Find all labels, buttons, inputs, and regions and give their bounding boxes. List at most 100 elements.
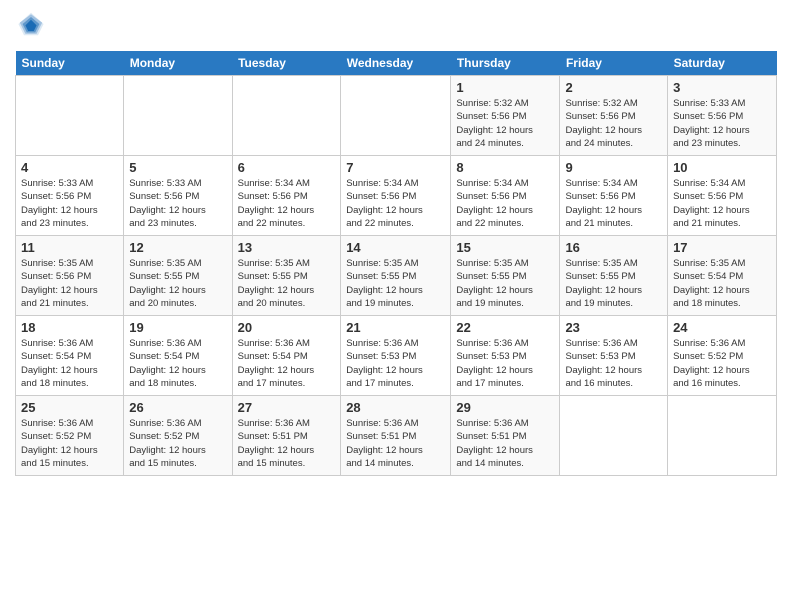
day-number: 20 bbox=[238, 320, 336, 335]
day-info: Sunrise: 5:36 AMSunset: 5:54 PMDaylight:… bbox=[21, 337, 118, 390]
day-number: 9 bbox=[565, 160, 662, 175]
day-info: Sunrise: 5:36 AMSunset: 5:54 PMDaylight:… bbox=[129, 337, 226, 390]
calendar-cell: 13 Sunrise: 5:35 AMSunset: 5:55 PMDayligh… bbox=[232, 236, 341, 316]
day-number: 27 bbox=[238, 400, 336, 415]
calendar-cell: 16Sunrise: 5:35 AMSunset: 5:55 PMDayligh… bbox=[560, 236, 668, 316]
day-number: 11 bbox=[21, 240, 118, 255]
calendar-cell bbox=[560, 396, 668, 476]
calendar-cell: 6Sunrise: 5:34 AMSunset: 5:56 PMDaylight… bbox=[232, 156, 341, 236]
day-number: 25 bbox=[21, 400, 118, 415]
calendar-cell: 26 Sunrise: 5:36 AMSunset: 5:52 PMDayligh… bbox=[124, 396, 232, 476]
logo bbox=[15, 10, 45, 43]
day-info: Sunrise: 5:35 AMSunset: 5:56 PMDaylight:… bbox=[21, 257, 118, 310]
week-row-4: 18 Sunrise: 5:36 AMSunset: 5:54 PMDayligh… bbox=[16, 316, 777, 396]
calendar-cell: 20 Sunrise: 5:36 AMSunset: 5:54 PMDayligh… bbox=[232, 316, 341, 396]
calendar-cell: 3 Sunrise: 5:33 AMSunset: 5:56 PMDaylight… bbox=[668, 76, 777, 156]
day-number: 22 bbox=[456, 320, 554, 335]
calendar-cell: 8 Sunrise: 5:34 AMSunset: 5:56 PMDaylight… bbox=[451, 156, 560, 236]
day-info: Sunrise: 5:33 AMSunset: 5:56 PMDaylight:… bbox=[673, 97, 771, 150]
day-info: Sunrise: 5:36 AMSunset: 5:52 PMDaylight:… bbox=[129, 417, 226, 470]
col-header-tuesday: Tuesday bbox=[232, 51, 341, 76]
calendar-cell: 9 Sunrise: 5:34 AMSunset: 5:56 PMDaylight… bbox=[560, 156, 668, 236]
day-number: 3 bbox=[673, 80, 771, 95]
day-info: Sunrise: 5:33 AMSunset: 5:56 PMDaylight:… bbox=[129, 177, 226, 230]
calendar-cell bbox=[668, 396, 777, 476]
calendar-cell: 10 Sunrise: 5:34 AMSunset: 5:56 PMDayligh… bbox=[668, 156, 777, 236]
day-number: 7 bbox=[346, 160, 445, 175]
day-number: 12 bbox=[129, 240, 226, 255]
day-number: 13 bbox=[238, 240, 336, 255]
day-number: 21 bbox=[346, 320, 445, 335]
day-number: 17 bbox=[673, 240, 771, 255]
day-number: 26 bbox=[129, 400, 226, 415]
day-info: Sunrise: 5:35 AMSunset: 5:54 PMDaylight:… bbox=[673, 257, 771, 310]
day-number: 16 bbox=[565, 240, 662, 255]
col-header-friday: Friday bbox=[560, 51, 668, 76]
week-row-3: 11 Sunrise: 5:35 AMSunset: 5:56 PMDayligh… bbox=[16, 236, 777, 316]
day-info: Sunrise: 5:36 AMSunset: 5:52 PMDaylight:… bbox=[673, 337, 771, 390]
calendar-cell: 18 Sunrise: 5:36 AMSunset: 5:54 PMDayligh… bbox=[16, 316, 124, 396]
day-number: 15 bbox=[456, 240, 554, 255]
day-info: Sunrise: 5:36 AMSunset: 5:53 PMDaylight:… bbox=[456, 337, 554, 390]
calendar-cell: 23 Sunrise: 5:36 AMSunset: 5:53 PMDayligh… bbox=[560, 316, 668, 396]
day-info: Sunrise: 5:36 AMSunset: 5:53 PMDaylight:… bbox=[346, 337, 445, 390]
day-number: 1 bbox=[456, 80, 554, 95]
calendar-cell: 27 Sunrise: 5:36 AMSunset: 5:51 PMDayligh… bbox=[232, 396, 341, 476]
day-info: Sunrise: 5:35 AMSunset: 5:55 PMDaylight:… bbox=[129, 257, 226, 310]
day-info: Sunrise: 5:34 AMSunset: 5:56 PMDaylight:… bbox=[565, 177, 662, 230]
calendar-table: SundayMondayTuesdayWednesdayThursdayFrid… bbox=[15, 51, 777, 476]
day-number: 6 bbox=[238, 160, 336, 175]
calendar-cell bbox=[341, 76, 451, 156]
day-info: Sunrise: 5:34 AMSunset: 5:56 PMDaylight:… bbox=[456, 177, 554, 230]
day-number: 10 bbox=[673, 160, 771, 175]
page: SundayMondayTuesdayWednesdayThursdayFrid… bbox=[0, 0, 792, 612]
day-info: Sunrise: 5:35 AMSunset: 5:55 PMDaylight:… bbox=[456, 257, 554, 310]
logo-icon bbox=[17, 10, 45, 38]
header bbox=[15, 10, 777, 43]
calendar-cell: 7 Sunrise: 5:34 AMSunset: 5:56 PMDaylight… bbox=[341, 156, 451, 236]
calendar-cell: 29Sunrise: 5:36 AMSunset: 5:51 PMDayligh… bbox=[451, 396, 560, 476]
calendar-cell: 17 Sunrise: 5:35 AMSunset: 5:54 PMDayligh… bbox=[668, 236, 777, 316]
day-number: 18 bbox=[21, 320, 118, 335]
day-info: Sunrise: 5:36 AMSunset: 5:51 PMDaylight:… bbox=[238, 417, 336, 470]
calendar-cell bbox=[124, 76, 232, 156]
day-number: 28 bbox=[346, 400, 445, 415]
calendar-cell bbox=[232, 76, 341, 156]
day-info: Sunrise: 5:33 AMSunset: 5:56 PMDaylight:… bbox=[21, 177, 118, 230]
header-row: SundayMondayTuesdayWednesdayThursdayFrid… bbox=[16, 51, 777, 76]
calendar-cell: 12 Sunrise: 5:35 AMSunset: 5:55 PMDayligh… bbox=[124, 236, 232, 316]
calendar-cell: 1 Sunrise: 5:32 AMSunset: 5:56 PMDaylight… bbox=[451, 76, 560, 156]
day-number: 2 bbox=[565, 80, 662, 95]
day-info: Sunrise: 5:36 AMSunset: 5:53 PMDaylight:… bbox=[565, 337, 662, 390]
calendar-cell: 4 Sunrise: 5:33 AMSunset: 5:56 PMDaylight… bbox=[16, 156, 124, 236]
day-number: 23 bbox=[565, 320, 662, 335]
col-header-sunday: Sunday bbox=[16, 51, 124, 76]
day-info: Sunrise: 5:36 AMSunset: 5:51 PMDaylight:… bbox=[456, 417, 554, 470]
week-row-2: 4 Sunrise: 5:33 AMSunset: 5:56 PMDaylight… bbox=[16, 156, 777, 236]
day-info: Sunrise: 5:32 AMSunset: 5:56 PMDaylight:… bbox=[565, 97, 662, 150]
calendar-cell: 25 Sunrise: 5:36 AMSunset: 5:52 PMDayligh… bbox=[16, 396, 124, 476]
calendar-cell bbox=[16, 76, 124, 156]
day-info: Sunrise: 5:32 AMSunset: 5:56 PMDaylight:… bbox=[456, 97, 554, 150]
col-header-thursday: Thursday bbox=[451, 51, 560, 76]
calendar-cell: 24 Sunrise: 5:36 AMSunset: 5:52 PMDayligh… bbox=[668, 316, 777, 396]
day-info: Sunrise: 5:36 AMSunset: 5:52 PMDaylight:… bbox=[21, 417, 118, 470]
day-info: Sunrise: 5:36 AMSunset: 5:54 PMDaylight:… bbox=[238, 337, 336, 390]
day-number: 8 bbox=[456, 160, 554, 175]
calendar-cell: 28 Sunrise: 5:36 AMSunset: 5:51 PMDayligh… bbox=[341, 396, 451, 476]
day-info: Sunrise: 5:35 AMSunset: 5:55 PMDaylight:… bbox=[238, 257, 336, 310]
calendar-cell: 21 Sunrise: 5:36 AMSunset: 5:53 PMDayligh… bbox=[341, 316, 451, 396]
day-number: 4 bbox=[21, 160, 118, 175]
col-header-monday: Monday bbox=[124, 51, 232, 76]
day-number: 5 bbox=[129, 160, 226, 175]
calendar-cell: 15 Sunrise: 5:35 AMSunset: 5:55 PMDayligh… bbox=[451, 236, 560, 316]
day-info: Sunrise: 5:36 AMSunset: 5:51 PMDaylight:… bbox=[346, 417, 445, 470]
day-number: 24 bbox=[673, 320, 771, 335]
calendar-cell: 14Sunrise: 5:35 AMSunset: 5:55 PMDayligh… bbox=[341, 236, 451, 316]
day-info: Sunrise: 5:34 AMSunset: 5:56 PMDaylight:… bbox=[346, 177, 445, 230]
calendar-cell: 11 Sunrise: 5:35 AMSunset: 5:56 PMDayligh… bbox=[16, 236, 124, 316]
day-number: 14 bbox=[346, 240, 445, 255]
day-number: 19 bbox=[129, 320, 226, 335]
calendar-cell: 5 Sunrise: 5:33 AMSunset: 5:56 PMDaylight… bbox=[124, 156, 232, 236]
day-info: Sunrise: 5:34 AMSunset: 5:56 PMDaylight:… bbox=[673, 177, 771, 230]
